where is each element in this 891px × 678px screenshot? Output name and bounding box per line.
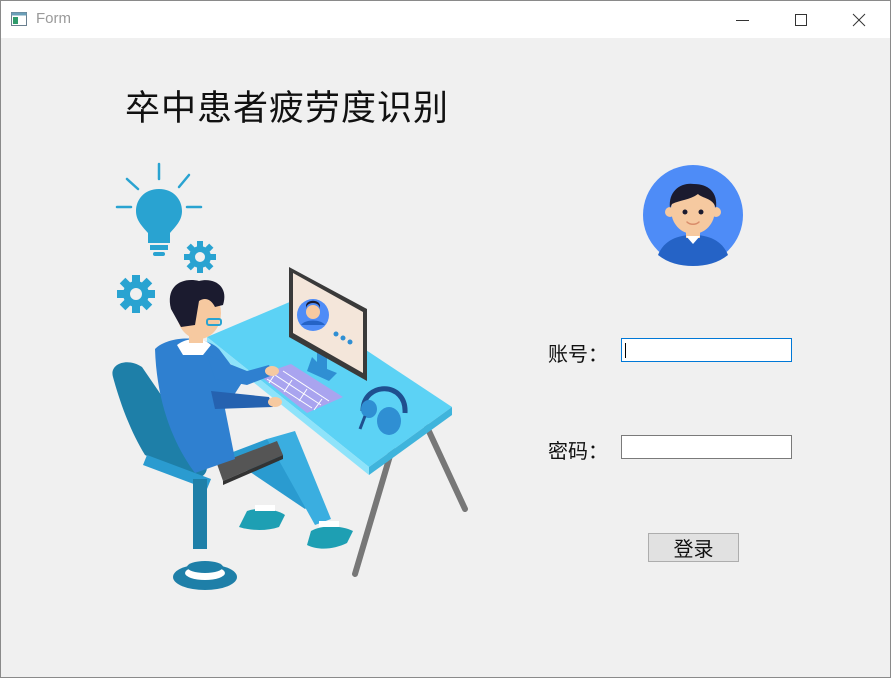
- form-window-icon: [11, 12, 27, 26]
- window-title: Form: [36, 10, 71, 27]
- text-cursor: [625, 343, 626, 358]
- password-input[interactable]: [621, 435, 792, 459]
- page-title: 卒中患者疲劳度识别: [125, 89, 450, 129]
- account-input[interactable]: [621, 338, 792, 362]
- maximize-icon: [795, 14, 807, 26]
- title-bar[interactable]: Form: [1, 1, 890, 38]
- login-button[interactable]: 登录: [648, 533, 739, 562]
- maximize-button[interactable]: [773, 1, 831, 38]
- close-icon: [852, 13, 866, 27]
- close-button[interactable]: [831, 1, 889, 38]
- password-label: 密码：: [548, 439, 608, 463]
- minimize-button[interactable]: [715, 1, 773, 38]
- account-label: 账号：: [548, 342, 608, 366]
- person-at-computer-illustration: [112, 162, 468, 590]
- minimize-icon: [736, 20, 749, 21]
- form-window: Form 卒中患者疲劳度识别 账号： 密码： 登录: [0, 0, 891, 678]
- user-avatar-icon: [643, 165, 743, 266]
